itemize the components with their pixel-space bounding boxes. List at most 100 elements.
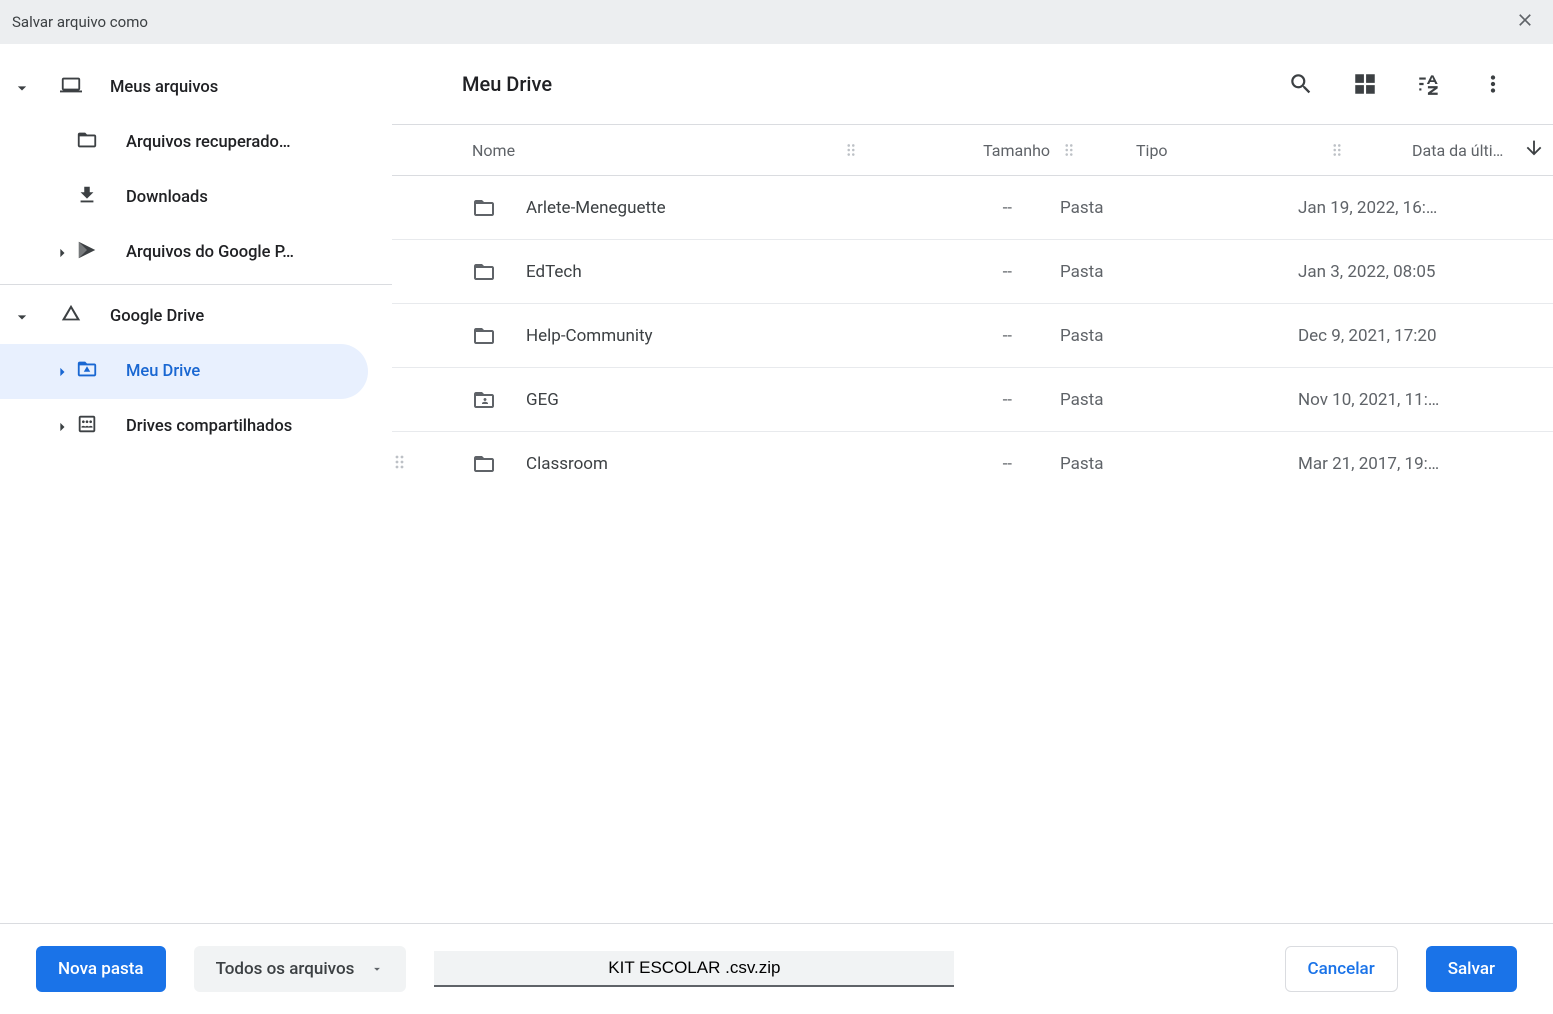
laptop-icon — [60, 74, 82, 101]
column-header-type-label: Tipo — [1136, 141, 1168, 160]
sort-az-icon — [1416, 71, 1442, 97]
column-header-name[interactable]: Nome — [392, 141, 832, 160]
more-vert-icon — [1480, 71, 1506, 97]
column-headers: Nome Tamanho Tipo Data da últi… — [392, 124, 1553, 176]
table-row[interactable]: GEG --PastaNov 10, 2021, 11:… — [392, 368, 1553, 432]
cell-date: Jan 19, 2022, 16:… — [1242, 198, 1553, 218]
folder-icon — [76, 129, 98, 156]
sidebar-item-play-files[interactable]: Arquivos do Google P… — [0, 225, 392, 280]
cell-size: -- — [832, 198, 1012, 218]
cell-name: EdTech — [392, 260, 832, 284]
cell-date: Mar 21, 2017, 19:… — [1242, 454, 1553, 474]
chevron-right-icon — [52, 417, 72, 437]
new-folder-button[interactable]: Nova pasta — [36, 946, 166, 992]
filename-input[interactable] — [434, 951, 954, 987]
table-row[interactable]: Arlete-Meneguette --PastaJan 19, 2022, 16… — [392, 176, 1553, 240]
google-drive-icon — [60, 303, 82, 330]
google-play-icon — [76, 239, 98, 266]
chevron-right-icon — [52, 243, 72, 263]
cell-size: -- — [832, 390, 1012, 410]
dialog-titlebar: Salvar arquivo como — [0, 0, 1553, 44]
sidebar-item-my-files[interactable]: Meus arquivos — [0, 60, 392, 115]
sidebar-label-my-files: Meus arquivos — [110, 78, 218, 97]
chevron-down-icon — [12, 307, 32, 327]
table-row[interactable]: EdTech --PastaJan 3, 2022, 08:05 — [392, 240, 1553, 304]
table-row[interactable]: Help-Community--PastaDec 9, 2021, 17:20 — [392, 304, 1553, 368]
shared-drive-icon — [76, 413, 98, 440]
cell-name: Help-Community — [392, 324, 832, 348]
download-icon — [76, 184, 98, 211]
sidebar-item-my-drive[interactable]: Meu Drive — [0, 344, 368, 399]
filetype-label: Todos os arquivos — [216, 959, 355, 979]
cell-date: Nov 10, 2021, 11:… — [1242, 390, 1553, 410]
column-resize-handle[interactable] — [1064, 142, 1074, 158]
sidebar-item-shared-drives[interactable]: Drives compartilhados — [0, 399, 392, 454]
save-button[interactable]: Salvar — [1426, 946, 1517, 992]
chevron-down-icon — [12, 78, 32, 98]
column-header-size[interactable]: Tamanho — [870, 141, 1050, 160]
filetype-dropdown[interactable]: Todos os arquivos — [194, 946, 407, 992]
sort-button[interactable] — [1397, 52, 1461, 116]
file-name: Help-Community — [526, 326, 653, 346]
breadcrumb-current: Meu Drive — [462, 72, 552, 96]
dialog-body: Meus arquivos Arquivos recuperado… Downl… — [0, 44, 1553, 924]
sidebar-item-downloads[interactable]: Downloads — [0, 170, 392, 225]
cell-type: Pasta — [1012, 198, 1242, 218]
search-button[interactable] — [1269, 52, 1333, 116]
cell-size: -- — [832, 326, 1012, 346]
drive-folder-icon — [76, 358, 98, 385]
cell-name: Classroom — [392, 452, 832, 476]
column-resize-handle[interactable] — [1332, 142, 1342, 158]
sidebar-label-play: Arquivos do Google P… — [126, 243, 294, 262]
cell-date: Jan 3, 2022, 08:05 — [1242, 262, 1553, 282]
cell-type: Pasta — [1012, 262, 1242, 282]
main-header: Meu Drive — [392, 44, 1553, 124]
sidebar-label-downloads: Downloads — [126, 188, 208, 207]
grid-icon — [1352, 71, 1378, 97]
sidebar-item-google-drive[interactable]: Google Drive — [0, 289, 392, 344]
cell-name: GEG — [392, 388, 832, 412]
cell-name: Arlete-Meneguette — [392, 196, 832, 220]
sidebar-separator — [0, 284, 392, 285]
file-name: Classroom — [526, 454, 608, 474]
more-options-button[interactable] — [1461, 52, 1525, 116]
sidebar-label-my-drive: Meu Drive — [126, 362, 200, 381]
save-label: Salvar — [1448, 959, 1495, 979]
file-name: GEG — [526, 390, 559, 410]
dialog-footer: Nova pasta Todos os arquivos Cancelar Sa… — [0, 924, 1553, 1014]
close-button[interactable] — [1509, 4, 1541, 40]
folder-icon — [472, 196, 496, 220]
table-row[interactable]: Classroom --PastaMar 21, 2017, 19:… — [392, 432, 1553, 496]
dialog-title: Salvar arquivo como — [12, 13, 148, 31]
new-folder-label: Nova pasta — [58, 959, 144, 979]
folder-icon — [472, 324, 496, 348]
location-sidebar: Meus arquivos Arquivos recuperado… Downl… — [0, 44, 392, 923]
sidebar-item-recovered-files[interactable]: Arquivos recuperado… — [0, 115, 392, 170]
column-header-type[interactable]: Tipo — [1088, 141, 1318, 160]
file-name: EdTech — [526, 262, 582, 282]
cell-type: Pasta — [1012, 454, 1242, 474]
grid-view-button[interactable] — [1333, 52, 1397, 116]
cell-size: -- — [832, 262, 1012, 282]
column-header-date[interactable]: Data da últi… — [1356, 137, 1553, 163]
close-icon — [1515, 10, 1535, 30]
cell-date: Dec 9, 2021, 17:20 — [1242, 326, 1553, 346]
toolbar — [1269, 52, 1525, 116]
sort-descending-icon — [1523, 137, 1545, 163]
dropdown-caret-icon — [370, 962, 384, 976]
chevron-right-icon — [52, 362, 72, 382]
file-list: Arlete-Meneguette--PastaJan 19, 2022, 16… — [392, 176, 1553, 923]
folder-shared-icon — [472, 388, 496, 412]
column-header-date-label: Data da últi… — [1412, 141, 1503, 160]
cancel-button[interactable]: Cancelar — [1285, 946, 1398, 992]
cell-type: Pasta — [1012, 390, 1242, 410]
search-icon — [1288, 71, 1314, 97]
column-header-name-label: Nome — [472, 141, 515, 160]
sidebar-label-shared-drives: Drives compartilhados — [126, 417, 292, 436]
folder-icon — [472, 452, 496, 476]
cell-size: -- — [832, 454, 1012, 474]
column-resize-handle[interactable] — [846, 142, 856, 158]
file-name: Arlete-Meneguette — [526, 198, 666, 218]
cancel-label: Cancelar — [1308, 959, 1375, 979]
resize-handle-icon[interactable] — [394, 454, 405, 475]
